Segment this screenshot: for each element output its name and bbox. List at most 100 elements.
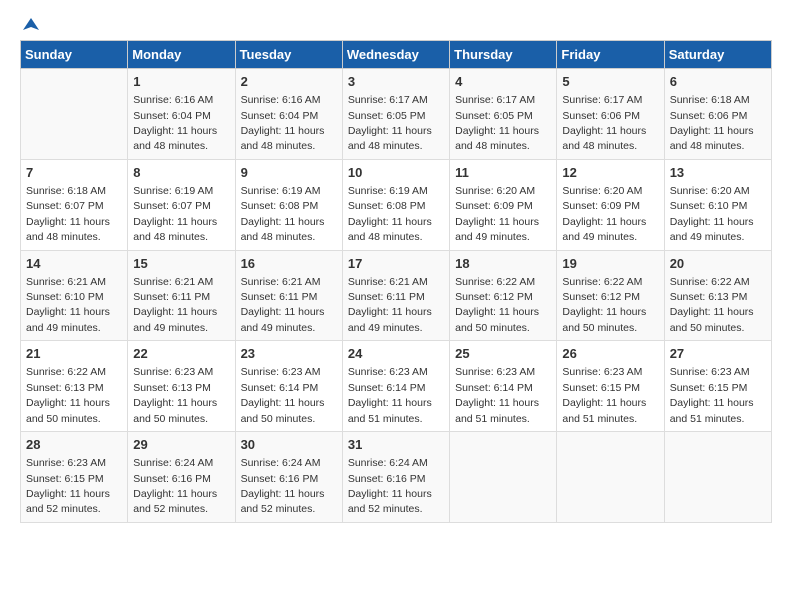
calendar-cell: 2 Sunrise: 6:16 AMSunset: 6:04 PMDaylight… <box>235 69 342 160</box>
day-info: Sunrise: 6:21 AMSunset: 6:11 PMDaylight:… <box>241 276 325 334</box>
calendar-cell <box>450 432 557 523</box>
day-number: 11 <box>455 164 551 182</box>
header-thursday: Thursday <box>450 41 557 69</box>
day-info: Sunrise: 6:21 AMSunset: 6:11 PMDaylight:… <box>348 276 432 334</box>
calendar-cell: 6 Sunrise: 6:18 AMSunset: 6:06 PMDaylight… <box>664 69 771 160</box>
calendar-cell: 11 Sunrise: 6:20 AMSunset: 6:09 PMDayligh… <box>450 159 557 250</box>
day-number: 31 <box>348 436 444 454</box>
day-number: 18 <box>455 255 551 273</box>
day-number: 27 <box>670 345 766 363</box>
day-number: 29 <box>133 436 229 454</box>
day-info: Sunrise: 6:20 AMSunset: 6:09 PMDaylight:… <box>562 185 646 243</box>
calendar-cell: 30 Sunrise: 6:24 AMSunset: 6:16 PMDayligh… <box>235 432 342 523</box>
day-info: Sunrise: 6:21 AMSunset: 6:11 PMDaylight:… <box>133 276 217 334</box>
header-sunday: Sunday <box>21 41 128 69</box>
calendar-week-row: 1Sunrise: 6:16 AMSunset: 6:04 PMDaylight… <box>21 69 772 160</box>
day-info: Sunrise: 6:23 AMSunset: 6:13 PMDaylight:… <box>133 366 217 424</box>
calendar-cell: 19 Sunrise: 6:22 AMSunset: 6:12 PMDayligh… <box>557 250 664 341</box>
calendar-week-row: 21 Sunrise: 6:22 AMSunset: 6:13 PMDayligh… <box>21 341 772 432</box>
calendar-cell: 4 Sunrise: 6:17 AMSunset: 6:05 PMDaylight… <box>450 69 557 160</box>
calendar-cell: 25 Sunrise: 6:23 AMSunset: 6:14 PMDayligh… <box>450 341 557 432</box>
header-wednesday: Wednesday <box>342 41 449 69</box>
calendar-cell: 16Sunrise: 6:21 AMSunset: 6:11 PMDayligh… <box>235 250 342 341</box>
day-number: 10 <box>348 164 444 182</box>
day-info: Sunrise: 6:20 AMSunset: 6:10 PMDaylight:… <box>670 185 754 243</box>
header-monday: Monday <box>128 41 235 69</box>
day-info: Sunrise: 6:18 AMSunset: 6:06 PMDaylight:… <box>670 94 754 152</box>
day-number: 25 <box>455 345 551 363</box>
calendar-cell <box>664 432 771 523</box>
calendar-cell: 13 Sunrise: 6:20 AMSunset: 6:10 PMDayligh… <box>664 159 771 250</box>
day-info: Sunrise: 6:21 AMSunset: 6:10 PMDaylight:… <box>26 276 110 334</box>
calendar-cell: 5 Sunrise: 6:17 AMSunset: 6:06 PMDaylight… <box>557 69 664 160</box>
calendar-cell: 1Sunrise: 6:16 AMSunset: 6:04 PMDaylight… <box>128 69 235 160</box>
calendar-cell: 10 Sunrise: 6:19 AMSunset: 6:08 PMDayligh… <box>342 159 449 250</box>
day-info: Sunrise: 6:17 AMSunset: 6:05 PMDaylight:… <box>348 94 432 152</box>
day-number: 22 <box>133 345 229 363</box>
day-number: 13 <box>670 164 766 182</box>
logo <box>20 20 41 30</box>
day-number: 3 <box>348 73 444 91</box>
day-number: 15 <box>133 255 229 273</box>
calendar-cell: 3 Sunrise: 6:17 AMSunset: 6:05 PMDaylight… <box>342 69 449 160</box>
day-info: Sunrise: 6:22 AMSunset: 6:12 PMDaylight:… <box>455 276 539 334</box>
header-saturday: Saturday <box>664 41 771 69</box>
calendar-cell: 17 Sunrise: 6:21 AMSunset: 6:11 PMDayligh… <box>342 250 449 341</box>
calendar-cell: 15 Sunrise: 6:21 AMSunset: 6:11 PMDayligh… <box>128 250 235 341</box>
day-info: Sunrise: 6:24 AMSunset: 6:16 PMDaylight:… <box>241 457 325 515</box>
day-number: 17 <box>348 255 444 273</box>
calendar-cell: 24 Sunrise: 6:23 AMSunset: 6:14 PMDayligh… <box>342 341 449 432</box>
day-number: 2 <box>241 73 337 91</box>
calendar-cell: 9Sunrise: 6:19 AMSunset: 6:08 PMDaylight… <box>235 159 342 250</box>
day-info: Sunrise: 6:19 AMSunset: 6:08 PMDaylight:… <box>348 185 432 243</box>
day-info: Sunrise: 6:16 AMSunset: 6:04 PMDaylight:… <box>133 94 217 152</box>
day-info: Sunrise: 6:23 AMSunset: 6:15 PMDaylight:… <box>562 366 646 424</box>
calendar-cell: 29 Sunrise: 6:24 AMSunset: 6:16 PMDayligh… <box>128 432 235 523</box>
day-number: 14 <box>26 255 122 273</box>
day-info: Sunrise: 6:17 AMSunset: 6:06 PMDaylight:… <box>562 94 646 152</box>
day-number: 19 <box>562 255 658 273</box>
day-number: 6 <box>670 73 766 91</box>
day-info: Sunrise: 6:23 AMSunset: 6:14 PMDaylight:… <box>348 366 432 424</box>
day-info: Sunrise: 6:17 AMSunset: 6:05 PMDaylight:… <box>455 94 539 152</box>
calendar-week-row: 14 Sunrise: 6:21 AMSunset: 6:10 PMDayligh… <box>21 250 772 341</box>
calendar-cell <box>557 432 664 523</box>
day-number: 24 <box>348 345 444 363</box>
day-info: Sunrise: 6:19 AMSunset: 6:07 PMDaylight:… <box>133 185 217 243</box>
day-number: 23 <box>241 345 337 363</box>
day-number: 20 <box>670 255 766 273</box>
day-number: 26 <box>562 345 658 363</box>
day-info: Sunrise: 6:16 AMSunset: 6:04 PMDaylight:… <box>241 94 325 152</box>
calendar-cell: 21 Sunrise: 6:22 AMSunset: 6:13 PMDayligh… <box>21 341 128 432</box>
day-info: Sunrise: 6:24 AMSunset: 6:16 PMDaylight:… <box>133 457 217 515</box>
calendar-cell: 28Sunrise: 6:23 AMSunset: 6:15 PMDayligh… <box>21 432 128 523</box>
calendar-week-row: 28Sunrise: 6:23 AMSunset: 6:15 PMDayligh… <box>21 432 772 523</box>
day-info: Sunrise: 6:23 AMSunset: 6:15 PMDaylight:… <box>26 457 110 515</box>
day-number: 9 <box>241 164 337 182</box>
day-number: 30 <box>241 436 337 454</box>
calendar-cell: 22 Sunrise: 6:23 AMSunset: 6:13 PMDayligh… <box>128 341 235 432</box>
logo-bird-icon <box>21 16 41 36</box>
day-info: Sunrise: 6:23 AMSunset: 6:14 PMDaylight:… <box>455 366 539 424</box>
day-info: Sunrise: 6:23 AMSunset: 6:14 PMDaylight:… <box>241 366 325 424</box>
day-number: 21 <box>26 345 122 363</box>
day-number: 4 <box>455 73 551 91</box>
page-header <box>20 20 772 30</box>
calendar-header-row: SundayMondayTuesdayWednesdayThursdayFrid… <box>21 41 772 69</box>
day-number: 8 <box>133 164 229 182</box>
day-number: 5 <box>562 73 658 91</box>
day-info: Sunrise: 6:20 AMSunset: 6:09 PMDaylight:… <box>455 185 539 243</box>
day-info: Sunrise: 6:22 AMSunset: 6:13 PMDaylight:… <box>670 276 754 334</box>
header-friday: Friday <box>557 41 664 69</box>
day-info: Sunrise: 6:23 AMSunset: 6:15 PMDaylight:… <box>670 366 754 424</box>
calendar-cell: 20 Sunrise: 6:22 AMSunset: 6:13 PMDayligh… <box>664 250 771 341</box>
calendar-cell: 14 Sunrise: 6:21 AMSunset: 6:10 PMDayligh… <box>21 250 128 341</box>
calendar-cell: 31 Sunrise: 6:24 AMSunset: 6:16 PMDayligh… <box>342 432 449 523</box>
calendar-cell: 7Sunrise: 6:18 AMSunset: 6:07 PMDaylight… <box>21 159 128 250</box>
day-info: Sunrise: 6:22 AMSunset: 6:12 PMDaylight:… <box>562 276 646 334</box>
day-info: Sunrise: 6:18 AMSunset: 6:07 PMDaylight:… <box>26 185 110 243</box>
calendar-cell: 23 Sunrise: 6:23 AMSunset: 6:14 PMDayligh… <box>235 341 342 432</box>
day-info: Sunrise: 6:24 AMSunset: 6:16 PMDaylight:… <box>348 457 432 515</box>
day-info: Sunrise: 6:22 AMSunset: 6:13 PMDaylight:… <box>26 366 110 424</box>
calendar-table: SundayMondayTuesdayWednesdayThursdayFrid… <box>20 40 772 523</box>
